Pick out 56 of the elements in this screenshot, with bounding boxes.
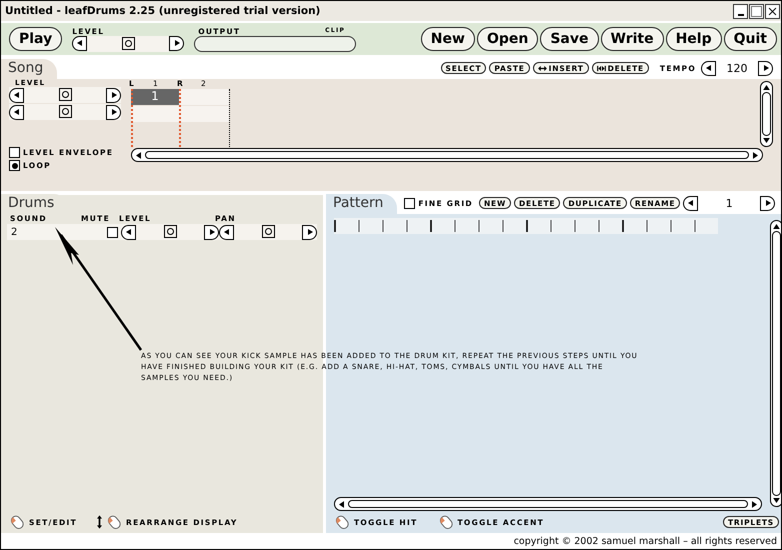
delete-arrows-icon <box>596 64 606 72</box>
up-down-arrow-icon <box>97 514 102 530</box>
scroll-left-icon[interactable] <box>136 152 141 158</box>
close-icon[interactable] <box>765 4 780 18</box>
toolbar-button[interactable]: Save <box>540 27 598 51</box>
slider-thumb[interactable] <box>58 88 72 101</box>
scroll-left-icon[interactable] <box>339 500 344 508</box>
minimize-icon[interactable] <box>733 4 748 18</box>
play-button[interactable]: Play <box>9 27 62 51</box>
scroll-up-icon[interactable] <box>773 224 780 229</box>
vertical-scrollbar[interactable] <box>760 81 773 147</box>
mute-checkbox[interactable] <box>107 226 118 238</box>
right-arrow-button[interactable] <box>760 196 776 210</box>
right-arrow-button[interactable] <box>204 224 219 240</box>
horizontal-scrollbar[interactable] <box>131 148 763 162</box>
copyright-text: copyright © 2002 samuel marshall – all rights reserved <box>514 536 777 546</box>
right-arrow-button[interactable] <box>106 88 121 102</box>
vertical-scrollbar[interactable] <box>770 220 781 507</box>
level-slider[interactable] <box>87 36 170 52</box>
maximize-icon[interactable] <box>749 4 764 18</box>
checkbox[interactable] <box>9 160 20 171</box>
horizontal-scrollbar[interactable] <box>334 497 762 511</box>
right-arrow-button[interactable] <box>302 224 317 240</box>
checkbox[interactable] <box>9 147 20 158</box>
song-block[interactable] <box>131 106 179 122</box>
toolbar-button[interactable]: Help <box>666 27 722 51</box>
insert-arrows-icon <box>538 64 547 72</box>
slider-thumb[interactable] <box>122 36 135 50</box>
scroll-right-icon[interactable] <box>752 500 757 508</box>
slider-thumb[interactable] <box>164 225 176 238</box>
right-arrow-button[interactable] <box>758 60 773 76</box>
left-arrow-button[interactable] <box>72 36 88 51</box>
mouse-icon <box>438 514 454 530</box>
slider-thumb[interactable] <box>58 105 72 118</box>
scroll-right-icon[interactable] <box>753 152 758 158</box>
checkbox[interactable] <box>404 198 416 208</box>
left-arrow-button[interactable] <box>683 196 698 210</box>
toolbar-button[interactable]: Open <box>476 27 538 51</box>
right-arrow-button[interactable] <box>106 104 121 120</box>
slider-thumb[interactable] <box>262 225 274 238</box>
left-arrow-button[interactable] <box>219 224 234 240</box>
scroll-down-icon[interactable] <box>773 498 780 503</box>
left-arrow-button[interactable] <box>701 60 716 76</box>
toolbar-button[interactable]: Quit <box>724 27 777 51</box>
scroll-up-icon[interactable] <box>763 85 770 90</box>
toolbar-button[interactable]: Write <box>600 27 664 51</box>
left-arrow-button[interactable] <box>121 224 136 240</box>
toolbar-button[interactable]: New <box>420 27 475 51</box>
song-block[interactable]: 1 <box>131 89 179 105</box>
window-title: Untitled - leafDrums 2.25 (unregistered trial version) <box>5 5 320 17</box>
left-arrow-button[interactable] <box>9 88 24 102</box>
step-grid-drawing[interactable] <box>334 218 718 234</box>
right-arrow-button[interactable] <box>169 36 184 51</box>
mouse-icon <box>334 514 350 530</box>
left-arrow-button[interactable] <box>9 104 24 120</box>
scroll-down-icon[interactable] <box>763 138 770 143</box>
